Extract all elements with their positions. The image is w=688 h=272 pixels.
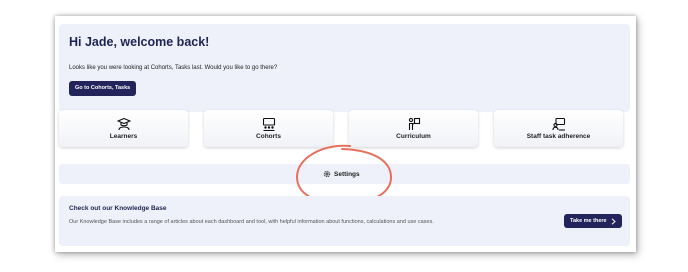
knowledge-base-panel: Check out our Knowledge Base Our Knowled…	[59, 196, 630, 246]
dashboard-frame: Hi Jade, welcome back! Looks like you we…	[55, 16, 636, 252]
tile-label: Learners	[109, 133, 138, 140]
tile-staff-task-adherence[interactable]: Staff task adherence	[494, 110, 623, 147]
gear-icon	[323, 170, 331, 178]
knowledge-base-description: Our Knowledge Base includes a range of a…	[69, 219, 434, 225]
tile-label: Cohorts	[256, 133, 281, 140]
cohorts-icon	[262, 117, 275, 131]
welcome-panel: Hi Jade, welcome back! Looks like you we…	[59, 24, 630, 112]
tile-learners[interactable]: Learners	[59, 110, 188, 147]
settings-button[interactable]: Settings	[323, 168, 360, 180]
settings-label: Settings	[334, 170, 360, 178]
go-to-cohorts-tasks-button[interactable]: Go to Cohorts, Tasks	[69, 81, 137, 96]
staff-task-icon	[551, 117, 565, 131]
chevron-right-icon	[611, 217, 616, 225]
knowledge-base-title: Check out our Knowledge Base	[69, 205, 167, 212]
take-me-there-button[interactable]: Take me there	[564, 214, 622, 228]
tile-label: Curriculum	[396, 133, 431, 140]
take-me-there-label: Take me there	[570, 218, 607, 224]
tile-cohorts[interactable]: Cohorts	[204, 110, 333, 147]
tile-curriculum[interactable]: Curriculum	[349, 110, 478, 147]
welcome-title: Hi Jade, welcome back!	[69, 35, 210, 49]
welcome-subtitle: Looks like you were looking at Cohorts, …	[69, 65, 278, 71]
learners-icon	[116, 117, 131, 131]
tile-label: Staff task adherence	[526, 133, 591, 140]
settings-bar: Settings	[59, 164, 630, 184]
curriculum-icon	[408, 117, 420, 130]
